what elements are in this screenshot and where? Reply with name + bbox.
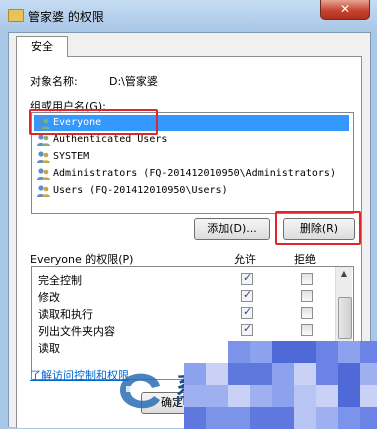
mosaic-cell	[294, 385, 316, 407]
title-bar: 管家婆 的权限 ✕	[0, 0, 377, 32]
mosaic-cell	[338, 341, 360, 363]
list-item-users[interactable]: Users (FQ-201412010950\Users)	[34, 183, 349, 199]
list-item-administrators[interactable]: Administrators (FQ-201412010950\Administ…	[34, 166, 349, 182]
permission-row: 列出文件夹内容 ✓	[32, 321, 332, 338]
deny-checkbox[interactable]	[301, 307, 313, 319]
mosaic-cell	[206, 363, 228, 385]
mosaic-cell	[206, 385, 228, 407]
permission-row: 完全控制 ✓	[32, 270, 332, 287]
deny-header: 拒绝	[294, 253, 316, 266]
deny-checkbox[interactable]	[301, 273, 313, 285]
mosaic-cell	[184, 385, 206, 407]
mosaic-cell	[338, 385, 360, 407]
list-item-label: SYSTEM	[53, 151, 90, 162]
permission-name: 修改	[38, 291, 60, 304]
mosaic-cell	[316, 385, 338, 407]
mosaic-cell	[184, 363, 206, 385]
tab-security[interactable]: 安全	[16, 36, 68, 57]
mosaic-cell	[360, 363, 377, 385]
list-item-label: Administrators (FQ-201412010950\Administ…	[53, 168, 336, 179]
deny-checkbox[interactable]	[301, 290, 313, 302]
check-icon: ✓	[243, 322, 253, 335]
check-icon: ✓	[243, 288, 253, 301]
mosaic-cell	[250, 341, 272, 363]
mosaic-cell	[360, 341, 377, 363]
object-name-value: D:\管家婆	[109, 75, 158, 88]
permission-name: 读取	[38, 342, 60, 355]
allow-checkbox[interactable]: ✓	[241, 288, 253, 302]
watermark-logo-icon	[120, 373, 160, 409]
list-item-label: Users (FQ-201412010950\Users)	[53, 185, 228, 196]
scroll-up-icon[interactable]: ▲	[336, 267, 352, 281]
mosaic-cell	[250, 385, 272, 407]
users-icon	[37, 151, 50, 163]
highlight-everyone	[29, 109, 158, 135]
mosaic-cell	[250, 363, 272, 385]
check-icon: ✓	[243, 305, 253, 318]
mosaic-cell	[272, 363, 294, 385]
mosaic-cell	[228, 341, 250, 363]
folder-icon	[8, 9, 24, 22]
help-link[interactable]: 了解访问控制和权限	[30, 367, 129, 383]
list-item-label: Authenticated Users	[53, 134, 168, 145]
permission-name: 读取和执行	[38, 308, 93, 321]
allow-checkbox[interactable]: ✓	[241, 322, 253, 336]
close-button[interactable]: ✕	[320, 0, 370, 20]
mosaic-cell	[360, 385, 377, 407]
mosaic-cell	[272, 385, 294, 407]
permissions-title: Everyone 的权限(P)	[30, 253, 134, 266]
mosaic-cell	[338, 363, 360, 385]
mosaic-cell	[294, 363, 316, 385]
permission-row: 修改 ✓	[32, 287, 332, 304]
mosaic-cell	[228, 385, 250, 407]
window-title: 管家婆 的权限	[28, 10, 104, 24]
deny-checkbox[interactable]	[301, 324, 313, 336]
object-name-label: 对象名称:	[30, 75, 78, 88]
allow-checkbox[interactable]: ✓	[241, 305, 253, 319]
users-icon	[37, 168, 50, 180]
list-item-system[interactable]: SYSTEM	[34, 149, 349, 165]
mosaic-cell	[228, 363, 250, 385]
mosaic-cell	[316, 341, 338, 363]
mosaic-cell	[316, 363, 338, 385]
scroll-thumb[interactable]	[338, 297, 352, 339]
allow-checkbox[interactable]: ✓	[241, 271, 253, 285]
watermark-mosaic	[184, 341, 377, 429]
highlight-remove	[275, 211, 361, 245]
add-button[interactable]: 添加(D)...	[194, 218, 270, 240]
permission-name: 完全控制	[38, 274, 82, 287]
permission-name: 列出文件夹内容	[38, 325, 115, 338]
permission-row: 读取和执行 ✓	[32, 304, 332, 321]
users-icon	[37, 134, 50, 146]
allow-header: 允许	[234, 253, 256, 266]
mosaic-cell	[294, 341, 316, 363]
mosaic-cell	[272, 341, 294, 363]
check-icon: ✓	[243, 271, 253, 284]
users-icon	[37, 185, 50, 197]
